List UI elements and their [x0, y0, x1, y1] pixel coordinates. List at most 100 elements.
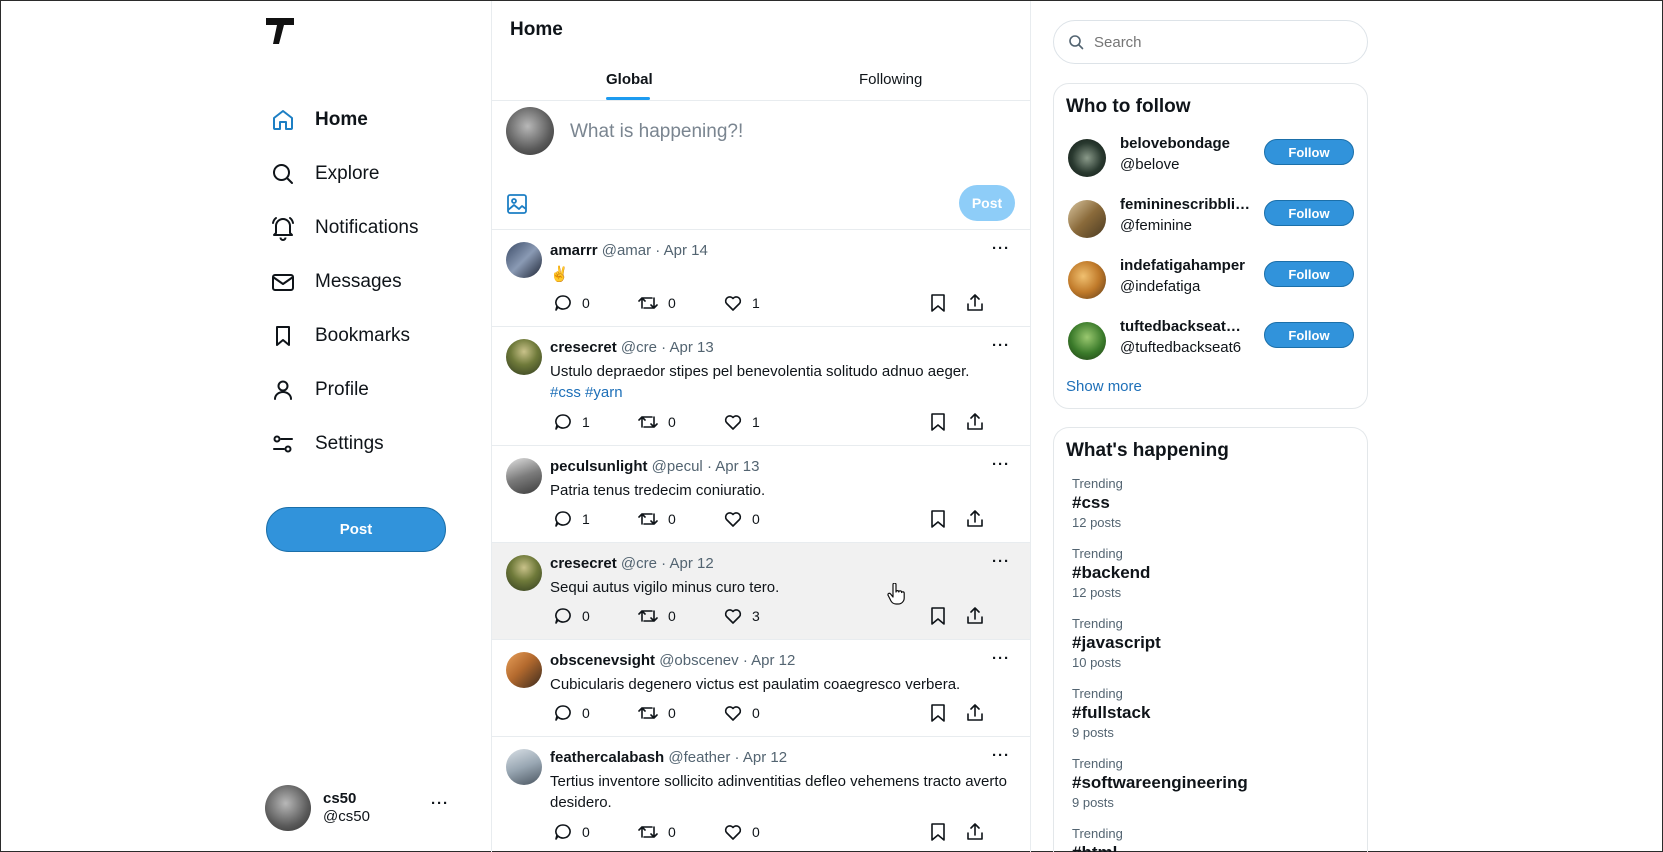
- tweet-author-name[interactable]: feathercalabash: [550, 749, 664, 766]
- show-more-link[interactable]: Show more: [1066, 378, 1142, 395]
- nav-item-bookmarks[interactable]: Bookmarks: [269, 309, 419, 363]
- nav-item-home[interactable]: Home: [269, 93, 419, 147]
- bookmark-button[interactable]: [930, 413, 956, 431]
- nav-item-explore[interactable]: Explore: [269, 147, 419, 201]
- trend-count: 9 posts: [1072, 725, 1114, 740]
- trend-item[interactable]: Trending #css 12 posts: [1072, 476, 1352, 530]
- more-icon[interactable]: ···: [992, 553, 1010, 570]
- tweet[interactable]: peculsunlight @pecul · Apr 13 Patria ten…: [492, 446, 1030, 543]
- follow-suggestion[interactable]: femininescribbli… @feminine Follow: [1066, 196, 1356, 240]
- card-title: Who to follow: [1066, 96, 1191, 117]
- page-title: Home: [510, 19, 563, 40]
- bookmark-button[interactable]: [930, 823, 956, 841]
- more-icon[interactable]: ···: [992, 337, 1010, 354]
- follow-button[interactable]: Follow: [1264, 200, 1354, 226]
- tweet[interactable]: obscenevsight @obscenev · Apr 12 Cubicul…: [492, 640, 1030, 737]
- tweet-header: feathercalabash @feather · Apr 12: [550, 749, 787, 766]
- bookmark-button[interactable]: [930, 294, 956, 312]
- tweet-hashtags[interactable]: #css #yarn: [550, 382, 1010, 403]
- trend-kind: Trending: [1072, 616, 1123, 631]
- nav-item-settings[interactable]: Settings: [269, 417, 419, 471]
- like-button[interactable]: 0: [724, 823, 760, 841]
- share-button[interactable]: [966, 413, 994, 431]
- retweet-button[interactable]: 0: [638, 823, 676, 841]
- tweet-author-name[interactable]: cresecret: [550, 339, 617, 356]
- follow-button[interactable]: Follow: [1264, 139, 1354, 165]
- heart-icon: [724, 296, 742, 311]
- tweet[interactable]: feathercalabash @feather · Apr 12 Tertiu…: [492, 737, 1030, 852]
- nav-item-profile[interactable]: Profile: [269, 363, 419, 417]
- share-button[interactable]: [966, 704, 994, 722]
- follow-suggestion[interactable]: indefatigahamper @indefatiga Follow: [1066, 257, 1356, 301]
- compose-post-button[interactable]: Post: [959, 185, 1015, 221]
- bookmark-icon: [931, 823, 945, 841]
- follow-suggestion[interactable]: tuftedbackseat… @tuftedbackseat6 Follow: [1066, 318, 1356, 362]
- more-icon[interactable]: ···: [992, 240, 1010, 257]
- tweet-separator: ·: [734, 749, 740, 766]
- search-box[interactable]: [1053, 20, 1368, 64]
- tweet-actions: 0 0 3: [554, 607, 1024, 629]
- trend-item[interactable]: Trending #backend 12 posts: [1072, 546, 1352, 600]
- bookmark-button[interactable]: [930, 510, 956, 528]
- like-button[interactable]: 1: [724, 294, 760, 312]
- logo-icon[interactable]: [265, 17, 295, 45]
- tweet-date: Apr 12: [669, 555, 714, 572]
- reply-button[interactable]: 1: [554, 510, 590, 528]
- follow-button[interactable]: Follow: [1264, 322, 1354, 348]
- more-icon[interactable]: ···: [992, 650, 1010, 667]
- like-button[interactable]: 1: [724, 413, 760, 431]
- share-button[interactable]: [966, 823, 994, 841]
- reply-button[interactable]: 0: [554, 704, 590, 722]
- share-button[interactable]: [966, 510, 994, 528]
- nav-item-messages[interactable]: Messages: [269, 255, 419, 309]
- share-button[interactable]: [966, 607, 994, 625]
- more-icon[interactable]: ···: [431, 795, 449, 812]
- reply-button[interactable]: 1: [554, 413, 590, 431]
- tweet-author-name[interactable]: peculsunlight: [550, 458, 648, 475]
- more-icon[interactable]: ···: [992, 456, 1010, 473]
- reply-button[interactable]: 0: [554, 294, 590, 312]
- retweet-button[interactable]: 0: [638, 704, 676, 722]
- more-icon[interactable]: ···: [992, 747, 1010, 764]
- retweet-button[interactable]: 0: [638, 413, 676, 431]
- share-button[interactable]: [966, 294, 994, 312]
- tweet-author-name[interactable]: cresecret: [550, 555, 617, 572]
- retweet-button[interactable]: 0: [638, 607, 676, 625]
- tweet-date: Apr 14: [663, 242, 708, 259]
- tab-following[interactable]: Following: [859, 71, 922, 88]
- bookmark-button[interactable]: [930, 607, 956, 625]
- search-input[interactable]: [1094, 33, 1344, 51]
- compose-input[interactable]: What is happening?!: [570, 121, 743, 143]
- follow-suggestion[interactable]: belovebondage @belove Follow: [1066, 135, 1356, 179]
- tweet-author-name[interactable]: obscenevsight: [550, 652, 655, 669]
- like-count: 3: [752, 608, 760, 624]
- tweet[interactable]: cresecret @cre · Apr 13 Ustulo depraedor…: [492, 327, 1030, 446]
- trend-item[interactable]: Trending #fullstack 9 posts: [1072, 686, 1352, 740]
- bookmark-button[interactable]: [930, 704, 956, 722]
- hand-cursor-icon: [887, 583, 905, 605]
- like-button[interactable]: 0: [724, 510, 760, 528]
- follow-button[interactable]: Follow: [1264, 261, 1354, 287]
- reply-icon: [555, 511, 571, 527]
- like-button[interactable]: 0: [724, 704, 760, 722]
- retweet-count: 0: [668, 824, 676, 840]
- tweet-author-handle: @cre: [620, 339, 657, 356]
- retweet-button[interactable]: 0: [638, 294, 676, 312]
- trend-item[interactable]: Trending #javascript 10 posts: [1072, 616, 1352, 670]
- reply-button[interactable]: 0: [554, 607, 590, 625]
- reply-count: 1: [582, 511, 590, 527]
- tab-global[interactable]: Global: [606, 71, 653, 88]
- post-button[interactable]: Post: [266, 507, 446, 552]
- like-button[interactable]: 3: [724, 607, 760, 625]
- tweet[interactable]: cresecret @cre · Apr 12 Sequi autus vigi…: [492, 543, 1030, 640]
- nav-item-notifications[interactable]: Notifications: [269, 201, 419, 255]
- account-switcher[interactable]: cs50 @cs50 ···: [265, 785, 455, 831]
- reply-button[interactable]: 0: [554, 823, 590, 841]
- tweet[interactable]: amarrr @amar · Apr 14 ✌️ ··· 0 0 1: [492, 230, 1030, 327]
- tweet-author-name[interactable]: amarrr: [550, 242, 598, 259]
- trend-item[interactable]: Trending #html: [1072, 826, 1352, 852]
- nav-label: Notifications: [315, 217, 419, 238]
- retweet-button[interactable]: 0: [638, 510, 676, 528]
- image-icon[interactable]: [506, 193, 528, 215]
- trend-item[interactable]: Trending #softwareengineering 9 posts: [1072, 756, 1352, 810]
